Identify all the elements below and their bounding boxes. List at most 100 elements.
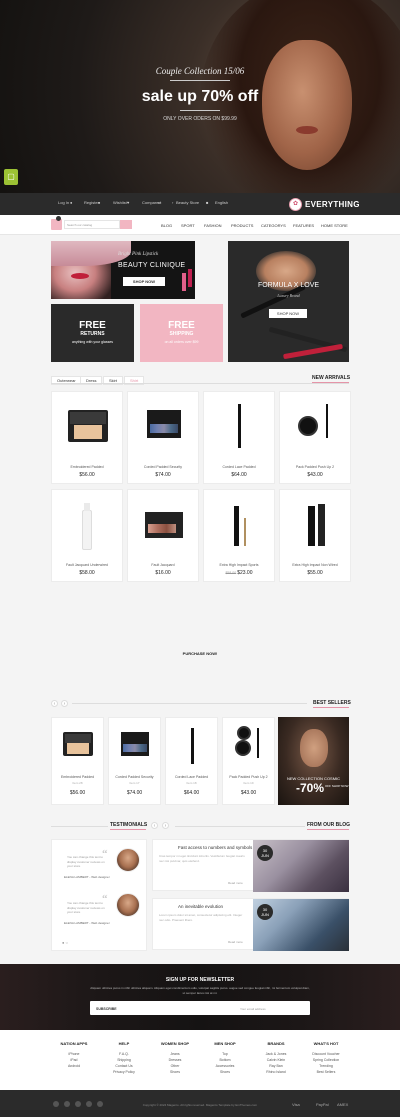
section-divider [72, 703, 307, 704]
avatar [116, 848, 140, 872]
banner2-shop-button[interactable]: SHOP NOW [269, 309, 307, 318]
bestseller-card[interactable]: Corded Padded Security Item 17 $74.00 [108, 717, 161, 805]
hero-model-lips [296, 126, 318, 134]
banner-free-shipping[interactable]: FREE SHIPPING on all orders over $99 [140, 304, 223, 362]
product-price: $58.00$23.00 [225, 570, 253, 576]
lock-icon: ● [70, 200, 73, 205]
language-switcher[interactable]: English [215, 200, 228, 205]
product-card[interactable]: Extra High Impact Non Wired $55.00 [279, 489, 351, 582]
nav-fashion[interactable]: FASHION [204, 223, 222, 228]
footer-link[interactable]: Best Sellers [306, 1069, 346, 1075]
product-name[interactable]: Fault Jacquard Underwired [52, 563, 122, 567]
prev-arrow-icon[interactable]: ‹ [51, 700, 58, 707]
product-name[interactable]: Pack Padded Push Up 2 [223, 775, 274, 779]
product-card[interactable]: Corded Lace Padded $64.00 [203, 391, 275, 484]
footer-heading: MEN SHOP [214, 1041, 236, 1046]
nav-blog[interactable]: BLOG [161, 223, 172, 228]
product-card[interactable]: Fault Jacquard $16.00 [127, 489, 199, 582]
pagination-dots[interactable]: ● ○ [62, 940, 68, 945]
lipstick-image-3 [283, 343, 343, 360]
quote-icon: “ [102, 893, 108, 905]
newsletter-email-field[interactable] [90, 1001, 310, 1015]
testimonial-prev-icon[interactable]: ‹ [151, 822, 158, 829]
logo-icon[interactable]: ✿ [289, 198, 302, 211]
twitter-icon[interactable] [86, 1101, 92, 1107]
blog-post-title[interactable]: Fast access to numbers and symbols [178, 845, 252, 850]
store-switcher[interactable]: Beauty Store [176, 200, 199, 205]
heading-underline [307, 829, 349, 830]
banner1-shop-button[interactable]: SHOP NOW [123, 277, 165, 286]
register-link[interactable]: Register [84, 200, 99, 205]
section-divider [175, 826, 305, 827]
product-name[interactable]: Fault Jacquard [128, 563, 198, 567]
nav-categorys[interactable]: CATEGORYS [261, 223, 286, 228]
pinterest-icon[interactable] [75, 1101, 81, 1107]
product-name[interactable]: Corded Lace Padded [204, 465, 274, 469]
product-subtext: Item 18 [186, 781, 197, 785]
product-name[interactable]: Corded Padded Security [109, 775, 160, 779]
footer-link[interactable]: Shoes [205, 1069, 245, 1075]
next-arrow-icon[interactable]: › [61, 700, 68, 707]
banner-free-returns[interactable]: FREE RETURNS anything with your glasses [51, 304, 134, 362]
footer-link[interactable]: Shoes [155, 1069, 195, 1075]
product-card[interactable]: Fault Jacquard Underwired $58.00 [51, 489, 123, 582]
footer-column: WHAT'S HOT Discount Voucher Spring Colle… [306, 1041, 346, 1075]
promo-discount: -70% [296, 781, 325, 795]
testimonial-text: You can change this text to display cust… [67, 901, 105, 914]
banner1-title: BEAUTY CLINIQUE [118, 262, 186, 269]
footer-link[interactable]: Android [54, 1063, 94, 1069]
newsletter-placeholder: Your email address [240, 1007, 266, 1011]
banner-formula-x-love[interactable] [228, 241, 349, 362]
blog-read-more[interactable]: Read more [228, 940, 243, 944]
floating-cart-icon[interactable]: ▢ [4, 169, 18, 185]
rss-icon[interactable] [53, 1101, 59, 1107]
bestseller-card[interactable]: Corded Lace Padded Item 18 $64.00 [165, 717, 218, 805]
purchase-now-link[interactable]: PURCHASE NOW! [150, 651, 250, 656]
product-name[interactable]: Pack Padded Push Up 2 [280, 465, 350, 469]
newsletter-title: SIGN UP FOR NEWSLETTER [165, 977, 235, 983]
compare-link[interactable]: Compare [142, 200, 158, 205]
google-plus-icon[interactable] [64, 1101, 70, 1107]
newsletter-section [0, 964, 400, 1030]
nav-home-store[interactable]: HOME STORE [321, 223, 348, 228]
product-card[interactable]: Corded Padded Security $74.00 [127, 391, 199, 484]
wishlist-link[interactable]: Wishlist [113, 200, 127, 205]
blog-post[interactable]: An inevitable evolution Lorem ipsum dolo… [152, 898, 349, 951]
footer-link[interactable]: Privacy Policy [104, 1069, 144, 1075]
banner-beauty-clinique[interactable] [51, 241, 195, 299]
blog-post-title[interactable]: An inevitable evolution [178, 904, 223, 909]
blog-post[interactable]: Fast access to numbers and symbols Cras … [152, 839, 349, 892]
search-button[interactable] [120, 220, 132, 229]
nav-features[interactable]: FEATURES [293, 223, 314, 228]
blog-read-more[interactable]: Read more [228, 881, 243, 885]
facebook-icon[interactable] [97, 1101, 103, 1107]
login-link[interactable]: Log In [58, 200, 69, 205]
product-name[interactable]: Embroidered Padded [52, 465, 122, 469]
product-card[interactable]: Embroidered Padded $56.00 [51, 391, 123, 484]
nav-sport[interactable]: SPORT [181, 223, 195, 228]
nav-products[interactable]: PRODUCTS [231, 223, 253, 228]
subscribe-button[interactable]: SUBSCRIBE [96, 1007, 117, 1011]
product-card[interactable]: Extra High Impact Sports $58.00$23.00 [203, 489, 275, 582]
product-image-2 [237, 726, 251, 740]
testimonial-next-icon[interactable]: › [162, 822, 169, 829]
logo-text[interactable]: EVERYTHING [305, 200, 360, 209]
product-price: $56.00 [79, 472, 95, 478]
product-price: $58.00 [79, 570, 95, 576]
search-input[interactable]: Search our catalog [64, 220, 120, 229]
product-name[interactable]: Corded Padded Security [128, 465, 198, 469]
product-card[interactable]: Pack Padded Push Up 2 $43.00 [279, 391, 351, 484]
footer-link[interactable]: Rhino Island [256, 1069, 296, 1075]
product-name[interactable]: Embroidered Padded [52, 775, 103, 779]
bestseller-card[interactable]: Embroidered Padded Item 28 $56.00 [51, 717, 104, 805]
product-name[interactable]: Extra High Impact Non Wired [280, 563, 350, 567]
bestseller-card[interactable]: Pack Padded Push Up 2 Item 19 $43.00 [222, 717, 275, 805]
banner2-title: FORMULA X LOVE [257, 282, 320, 289]
blog-post-excerpt: Lorem ipsum dolor sit amet, consectetur … [159, 913, 243, 922]
hero-subtitle: Couple Collection 15/06 [155, 66, 245, 76]
product-price: $43.00 [307, 472, 323, 478]
product-name[interactable]: Corded Lace Padded [166, 775, 217, 779]
product-price: $64.00 [231, 472, 247, 478]
product-name[interactable]: Extra High Impact Sports [204, 563, 274, 567]
heading-underline [110, 829, 146, 830]
